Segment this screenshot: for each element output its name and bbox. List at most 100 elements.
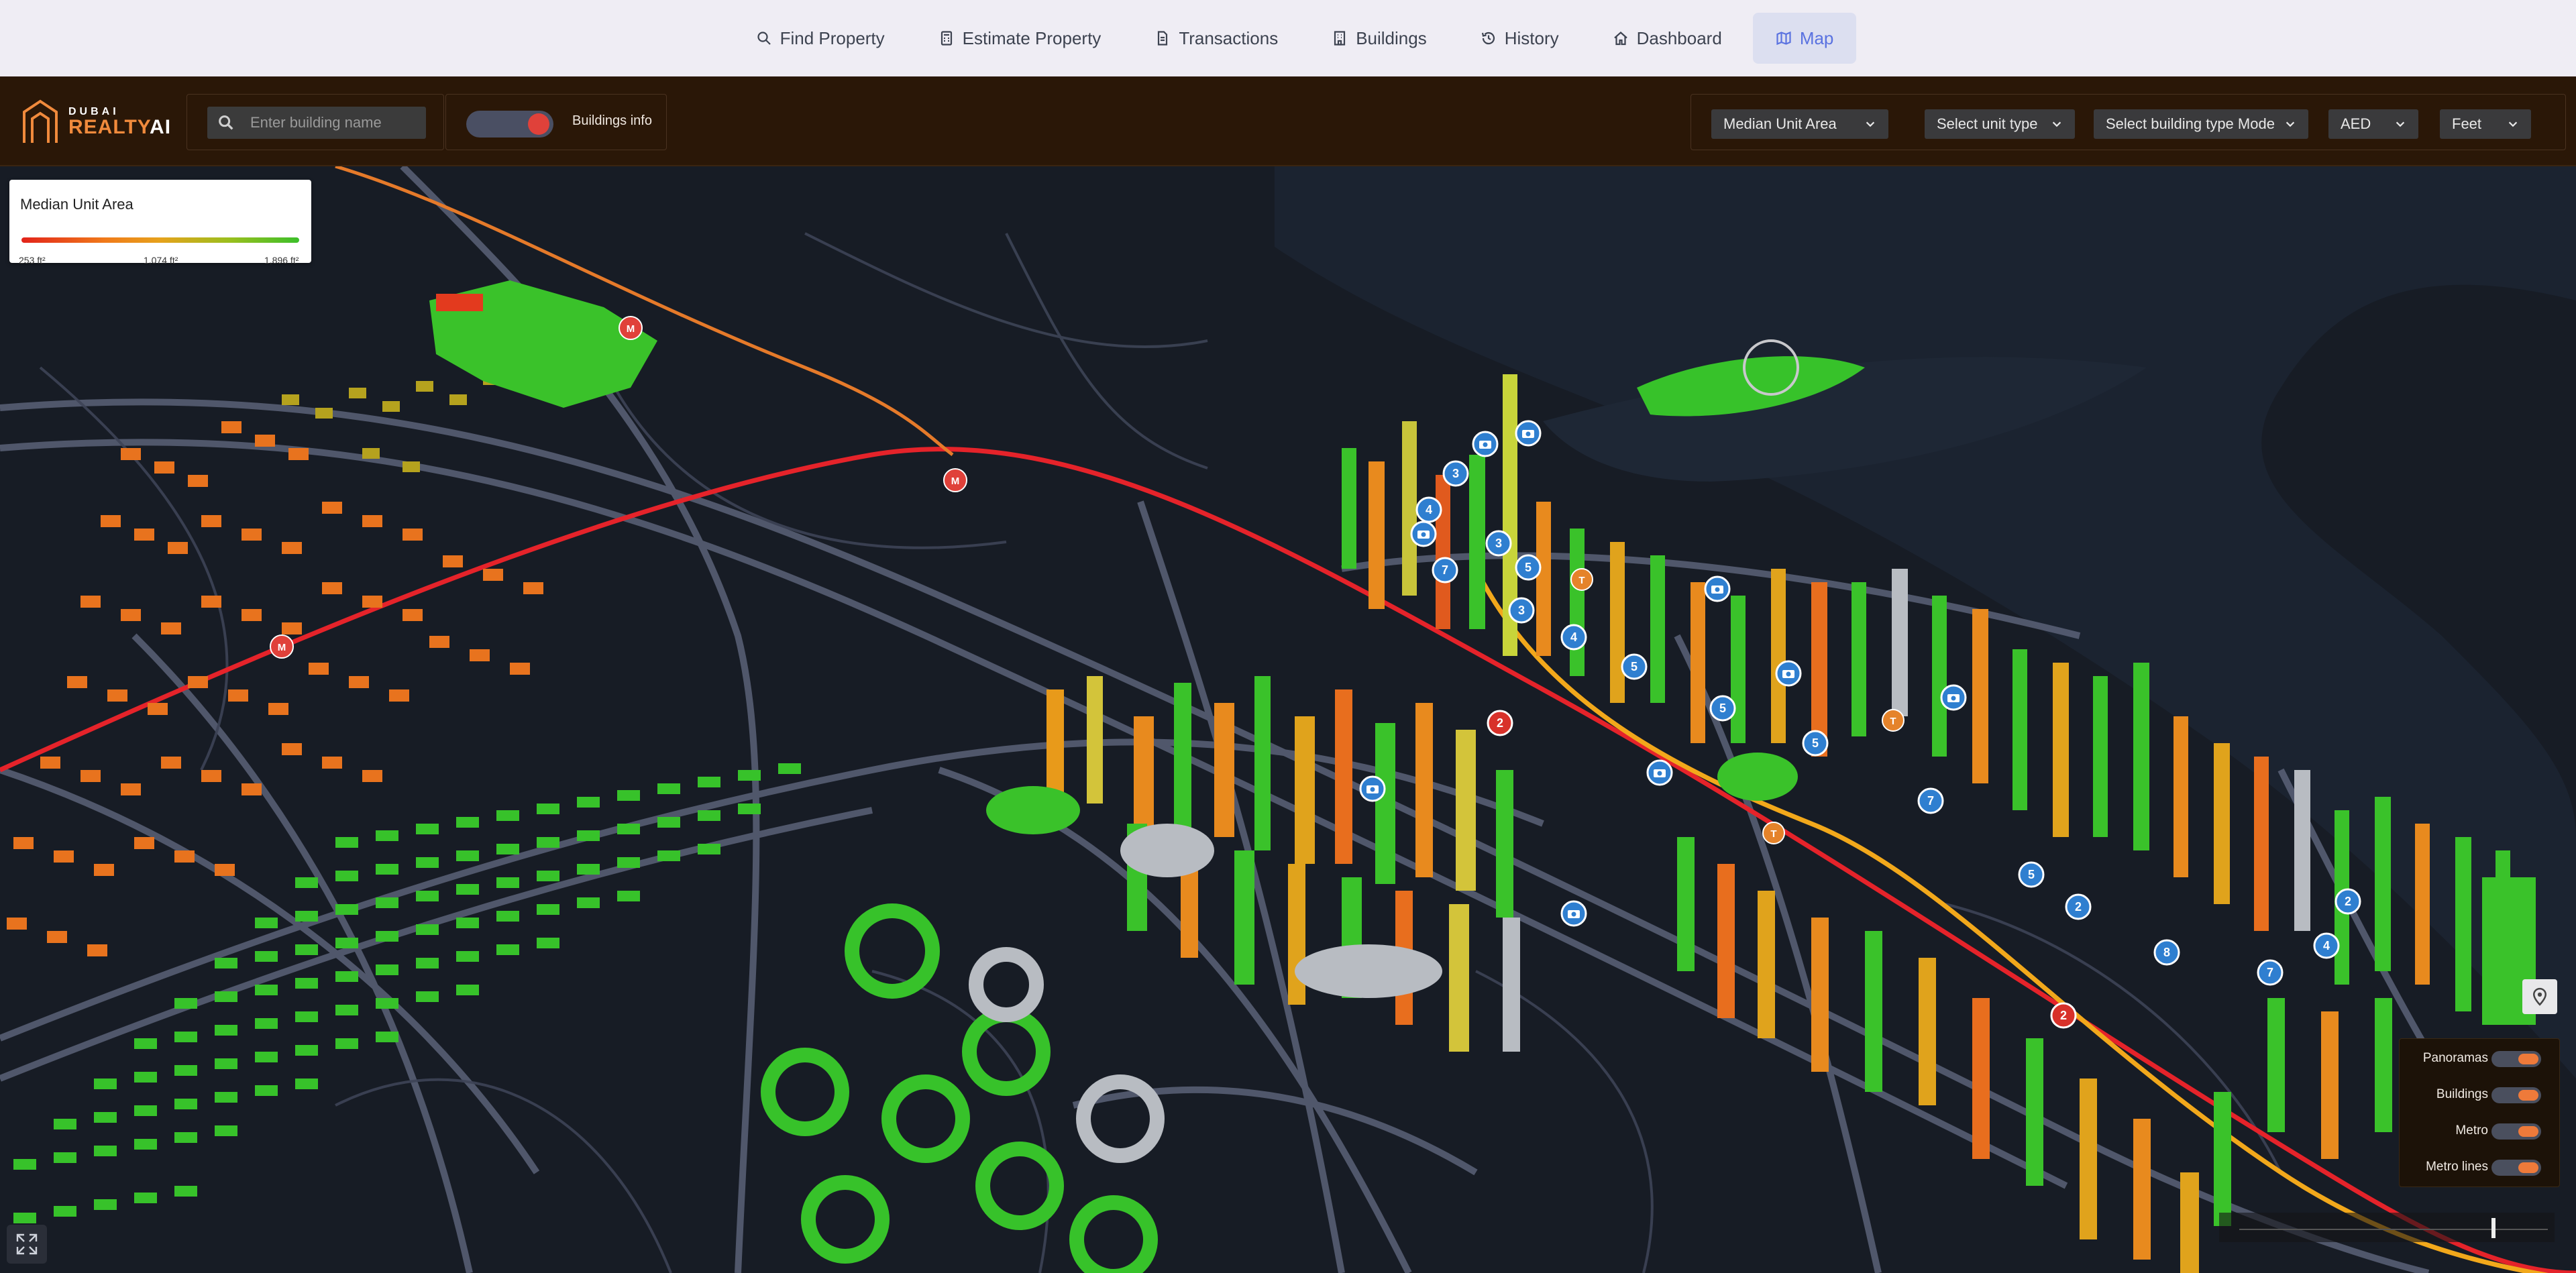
- map-render[interactable]: M M M T T T 3 4 3 7 5 3 4 5 5 5 7 5 2 8 …: [0, 166, 2576, 1273]
- layer-row-panoramas: Panoramas: [2400, 1046, 2561, 1072]
- buildings-toggle[interactable]: [2491, 1087, 2541, 1103]
- building-green: [986, 786, 1080, 834]
- layer-label: Buildings: [2436, 1087, 2488, 1101]
- unit-type-select[interactable]: Select unit type: [1925, 109, 2075, 139]
- legend-mid: 1,074 ft²: [144, 255, 178, 266]
- camera-icon[interactable]: [1940, 684, 1967, 711]
- cluster-marker[interactable]: 5: [2018, 861, 2045, 888]
- nav-transactions[interactable]: Transactions: [1132, 13, 1301, 64]
- nav-find-property[interactable]: Find Property: [733, 13, 908, 64]
- nav-buildings[interactable]: Buildings: [1309, 13, 1450, 64]
- cluster-marker[interactable]: 5: [1621, 653, 1648, 680]
- building-red: [436, 294, 483, 311]
- logo[interactable]: DUBAI REALTYAI: [20, 97, 174, 148]
- units-select[interactable]: Feet: [2440, 109, 2531, 139]
- locate-button[interactable]: [2522, 979, 2557, 1014]
- layers-panel: Panoramas Buildings Metro Metro lines: [2399, 1038, 2560, 1187]
- map-toolbar: DUBAI REALTYAI Buildings info Median Uni…: [0, 76, 2576, 166]
- cluster-marker[interactable]: 3: [1442, 460, 1469, 487]
- nav-transactions-label: Transactions: [1179, 27, 1279, 48]
- logo-main-text: REALTYAI: [68, 117, 171, 137]
- layer-row-buildings: Buildings: [2400, 1082, 2561, 1109]
- building-search-input[interactable]: [249, 109, 410, 136]
- layer-label: Metro: [2455, 1123, 2488, 1138]
- logo-ai: AI: [150, 116, 172, 138]
- cluster-marker[interactable]: 3: [1485, 530, 1512, 557]
- nav-estimate-property[interactable]: Estimate Property: [916, 13, 1124, 64]
- cluster-marker[interactable]: 5: [1802, 730, 1829, 757]
- building-green: [1717, 753, 1798, 801]
- unit-type-select-value: Select unit type: [1937, 115, 2038, 132]
- metro-toggle[interactable]: [2491, 1123, 2541, 1140]
- camera-icon[interactable]: [1410, 520, 1437, 547]
- cluster-marker[interactable]: 2: [2334, 888, 2361, 915]
- map-icon: [1776, 31, 1791, 46]
- home-icon: [1613, 32, 1627, 46]
- cluster-marker[interactable]: 4: [1560, 624, 1587, 651]
- cluster-marker[interactable]: 7: [2257, 959, 2284, 986]
- cluster-marker[interactable]: 7: [1917, 787, 1944, 814]
- chevron-down-icon: [2396, 121, 2405, 127]
- logo-mark-icon: [23, 99, 58, 143]
- filters-panel: Median Unit Area Select unit type Select…: [1690, 94, 2566, 150]
- layer-label: Metro lines: [2426, 1160, 2488, 1174]
- chevron-down-icon: [2052, 121, 2061, 127]
- chevron-down-icon: [2508, 121, 2518, 127]
- building-type-select[interactable]: Select building type Mode: [2094, 109, 2308, 139]
- cluster-marker[interactable]: 2: [2065, 893, 2092, 920]
- tram-station-label: T: [1578, 575, 1585, 586]
- metro-station-label: M: [951, 476, 960, 487]
- nav-history-label: History: [1504, 27, 1559, 48]
- cluster-count: 5: [2028, 868, 2035, 881]
- metro-lines-toggle[interactable]: [2491, 1160, 2541, 1176]
- camera-icon[interactable]: [1560, 900, 1587, 927]
- toggle-knob: [528, 113, 549, 135]
- legend-title: Median Unit Area: [20, 196, 133, 213]
- cluster-marker[interactable]: 5: [1709, 695, 1736, 722]
- time-slider-handle[interactable]: [2491, 1218, 2496, 1238]
- cluster-marker[interactable]: 4: [2313, 932, 2340, 959]
- search-icon: [757, 32, 771, 45]
- legend-min: 253 ft²: [19, 255, 46, 266]
- nav-dashboard[interactable]: Dashboard: [1590, 13, 1745, 64]
- expand-icon: [16, 1233, 38, 1255]
- map-canvas[interactable]: M M M T T T 3 4 3 7 5 3 4 5 5 5 7 5 2 8 …: [0, 166, 2576, 1273]
- red-cluster-marker[interactable]: 2: [1487, 710, 1513, 736]
- currency-select-value: AED: [2341, 115, 2371, 132]
- time-slider[interactable]: [2219, 1213, 2555, 1242]
- cluster-marker[interactable]: 3: [1508, 597, 1535, 624]
- cluster-count: 7: [2267, 966, 2273, 979]
- cluster-count: 4: [2323, 939, 2330, 952]
- camera-icon[interactable]: [1472, 431, 1499, 457]
- camera-icon[interactable]: [1775, 660, 1802, 687]
- camera-icon[interactable]: [1646, 759, 1673, 786]
- nav-history[interactable]: History: [1458, 13, 1582, 64]
- currency-select[interactable]: AED: [2328, 109, 2418, 139]
- nav-estimate-property-label: Estimate Property: [962, 27, 1102, 48]
- cluster-marker[interactable]: 5: [1515, 554, 1542, 581]
- building-icon: [1334, 31, 1346, 46]
- cluster-marker[interactable]: 8: [2153, 939, 2180, 966]
- camera-icon[interactable]: [1515, 420, 1542, 447]
- tram-station-label: T: [1890, 716, 1896, 727]
- camera-icon[interactable]: [1359, 775, 1386, 802]
- cluster-count: 7: [1927, 794, 1934, 808]
- cluster-count: 5: [1525, 561, 1532, 574]
- camera-icon[interactable]: [1704, 575, 1731, 602]
- panoramas-toggle[interactable]: [2491, 1051, 2541, 1067]
- history-icon: [1481, 32, 1495, 45]
- fullscreen-button[interactable]: [7, 1225, 47, 1264]
- cluster-count: 7: [1442, 563, 1448, 577]
- cluster-marker[interactable]: 7: [1432, 557, 1458, 584]
- buildings-info-toggle[interactable]: [466, 111, 553, 137]
- cluster-count: 3: [1452, 467, 1459, 480]
- cluster-marker[interactable]: 4: [1415, 496, 1442, 523]
- chevron-down-icon: [2286, 121, 2295, 127]
- mall-grey: [1120, 824, 1214, 877]
- nav-map[interactable]: Map: [1752, 13, 1857, 64]
- metric-select[interactable]: Median Unit Area: [1711, 109, 1888, 139]
- nav-dashboard-label: Dashboard: [1636, 27, 1722, 48]
- tram-station-label: T: [1770, 828, 1776, 840]
- red-cluster-marker[interactable]: 2: [2050, 1002, 2077, 1029]
- cluster-count: 4: [1426, 503, 1432, 516]
